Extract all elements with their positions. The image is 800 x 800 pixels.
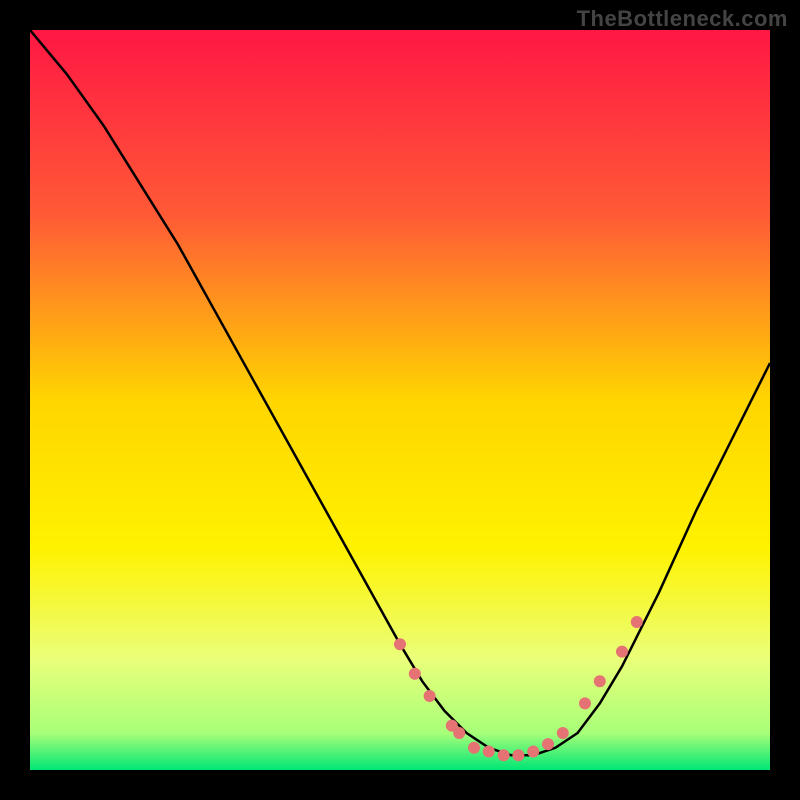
highlight-point [527,746,539,758]
highlight-point [631,616,643,628]
chart-container: TheBottleneck.com [0,0,800,800]
chart-svg [30,30,770,770]
highlight-point [483,746,495,758]
highlight-point [616,646,628,658]
gradient-background [30,30,770,770]
highlight-point [557,727,569,739]
highlight-point [579,697,591,709]
watermark-text: TheBottleneck.com [577,6,788,32]
highlight-point [594,675,606,687]
highlight-point [512,749,524,761]
highlight-point [409,668,421,680]
highlight-point [468,742,480,754]
highlight-point [453,727,465,739]
highlight-point [424,690,436,702]
plot-area [30,30,770,770]
highlight-point [498,749,510,761]
highlight-point [394,638,406,650]
highlight-point [542,738,554,750]
